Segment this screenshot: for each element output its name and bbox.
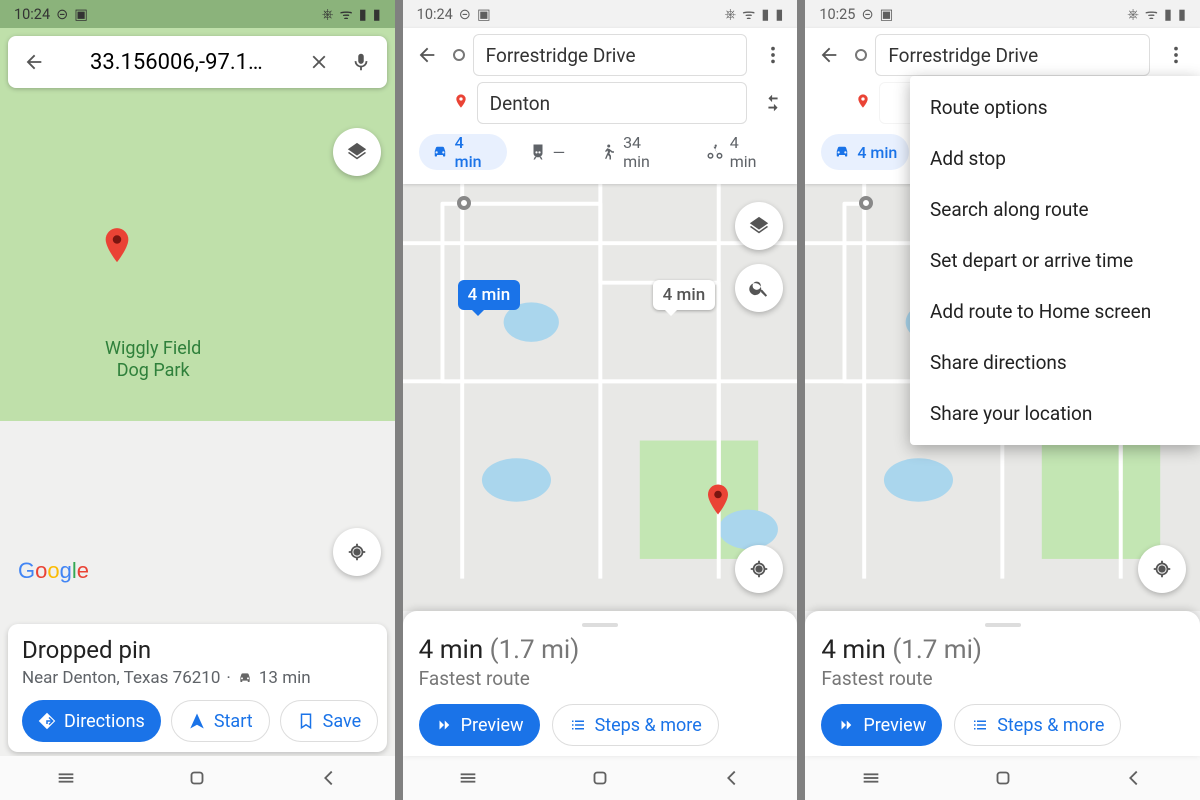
location-icon: ⎈ <box>322 6 334 23</box>
preview-button[interactable]: Preview <box>419 704 540 746</box>
recents-button[interactable] <box>36 767 96 789</box>
destination-pin-icon <box>453 91 469 115</box>
drag-handle[interactable] <box>985 623 1021 627</box>
preview-button[interactable]: Preview <box>821 704 942 746</box>
destination-input[interactable]: Denton <box>477 82 748 124</box>
search-value: 33.156006,-97.1… <box>58 50 295 75</box>
start-button[interactable]: Start <box>171 700 270 742</box>
android-navbar <box>403 756 798 800</box>
overflow-menu: Route options Add stop Search along rout… <box>910 76 1200 445</box>
destination-pin-icon <box>855 91 871 115</box>
google-logo: Google <box>18 558 89 584</box>
clear-button[interactable] <box>301 44 337 80</box>
recents-button[interactable] <box>438 767 498 789</box>
route-map[interactable]: 4 min 4 min <box>403 184 798 611</box>
my-location-button[interactable] <box>1138 545 1186 593</box>
swap-button[interactable] <box>755 85 791 121</box>
route-summary-card[interactable]: 4 min (1.7 mi) Fastest route Preview Ste… <box>403 611 798 756</box>
home-button[interactable] <box>167 767 227 789</box>
menu-search-along-route[interactable]: Search along route <box>910 184 1200 235</box>
layers-button[interactable] <box>333 128 381 176</box>
battery-icon: ▮ <box>373 6 381 23</box>
primary-route-badge[interactable]: 4 min <box>458 280 521 310</box>
dnd-icon: ⊝ <box>56 6 68 23</box>
route-summary-card[interactable]: 4 min (1.7 mi) Fastest route Preview Ste… <box>805 611 1200 756</box>
drag-handle[interactable] <box>582 623 618 627</box>
place-title: Dropped pin <box>22 636 373 664</box>
home-button[interactable] <box>973 767 1033 789</box>
signal-icon: ▮ <box>359 6 367 23</box>
layers-button[interactable] <box>735 202 783 250</box>
origin-dot-icon <box>855 49 867 61</box>
back-nav-button[interactable] <box>1104 767 1164 789</box>
search-button[interactable] <box>735 264 783 312</box>
status-bar: 10:24 ⊝▣ ⎈ᯤ▮▮ <box>403 0 798 28</box>
status-time: 10:24 <box>14 6 50 23</box>
menu-set-depart-arrive[interactable]: Set depart or arrive time <box>910 235 1200 286</box>
menu-add-stop[interactable]: Add stop <box>910 133 1200 184</box>
status-time: 10:24 <box>417 6 453 23</box>
back-nav-button[interactable] <box>702 767 762 789</box>
origin-marker <box>457 196 471 210</box>
back-button[interactable] <box>811 37 847 73</box>
directions-header: Forrestridge Drive Denton 4 min — 34 min… <box>403 28 798 184</box>
dropped-pin-icon <box>100 228 134 272</box>
mode-transit[interactable]: — <box>517 134 578 170</box>
mode-driving[interactable]: 4 min <box>821 134 909 170</box>
my-location-button[interactable] <box>735 545 783 593</box>
origin-dot-icon <box>453 49 465 61</box>
park-label: Wiggly Field Dog Park <box>105 338 201 382</box>
steps-button[interactable]: Steps & more <box>552 704 719 746</box>
mode-driving[interactable]: 4 min <box>419 134 507 170</box>
back-button[interactable] <box>409 37 445 73</box>
wifi-icon: ᯤ <box>339 4 352 24</box>
back-nav-button[interactable] <box>299 767 359 789</box>
place-card[interactable]: Dropped pin Near Denton, Texas 76210 · 1… <box>8 624 387 752</box>
origin-input[interactable]: Forrestridge Drive <box>875 34 1150 76</box>
menu-share-location[interactable]: Share your location <box>910 388 1200 439</box>
mic-button[interactable] <box>343 44 379 80</box>
my-location-button[interactable] <box>333 528 381 576</box>
place-subtitle: Near Denton, Texas 76210 · 13 min <box>22 668 373 688</box>
status-time: 10:25 <box>819 6 855 23</box>
picture-icon: ▣ <box>74 6 88 23</box>
directions-button[interactable]: Directions <box>22 700 161 742</box>
alt-route-badge[interactable]: 4 min <box>653 280 716 310</box>
status-bar: 10:24 ⊝ ▣ ⎈ ᯤ ▮ ▮ <box>0 0 395 28</box>
more-button[interactable] <box>755 37 791 73</box>
search-bar[interactable]: 33.156006,-97.1… <box>8 36 387 88</box>
destination-marker <box>703 484 733 524</box>
menu-add-to-home[interactable]: Add route to Home screen <box>910 286 1200 337</box>
more-button[interactable] <box>1158 37 1194 73</box>
android-navbar <box>0 756 395 800</box>
home-button[interactable] <box>570 767 630 789</box>
menu-share-directions[interactable]: Share directions <box>910 337 1200 388</box>
steps-button[interactable]: Steps & more <box>954 704 1121 746</box>
back-button[interactable] <box>16 44 52 80</box>
mode-cycling[interactable]: 4 min <box>694 134 782 170</box>
mode-walking[interactable]: 34 min <box>587 134 684 170</box>
status-bar: 10:25 ⊝▣ ⎈ᯤ▮▮ <box>805 0 1200 28</box>
origin-input[interactable]: Forrestridge Drive <box>473 34 748 76</box>
save-button[interactable]: Save <box>280 700 379 742</box>
recents-button[interactable] <box>841 767 901 789</box>
menu-route-options[interactable]: Route options <box>910 82 1200 133</box>
android-navbar <box>805 756 1200 800</box>
map-canvas[interactable]: 33.156006,-97.1… Wiggly Field Dog Park G… <box>0 28 395 756</box>
